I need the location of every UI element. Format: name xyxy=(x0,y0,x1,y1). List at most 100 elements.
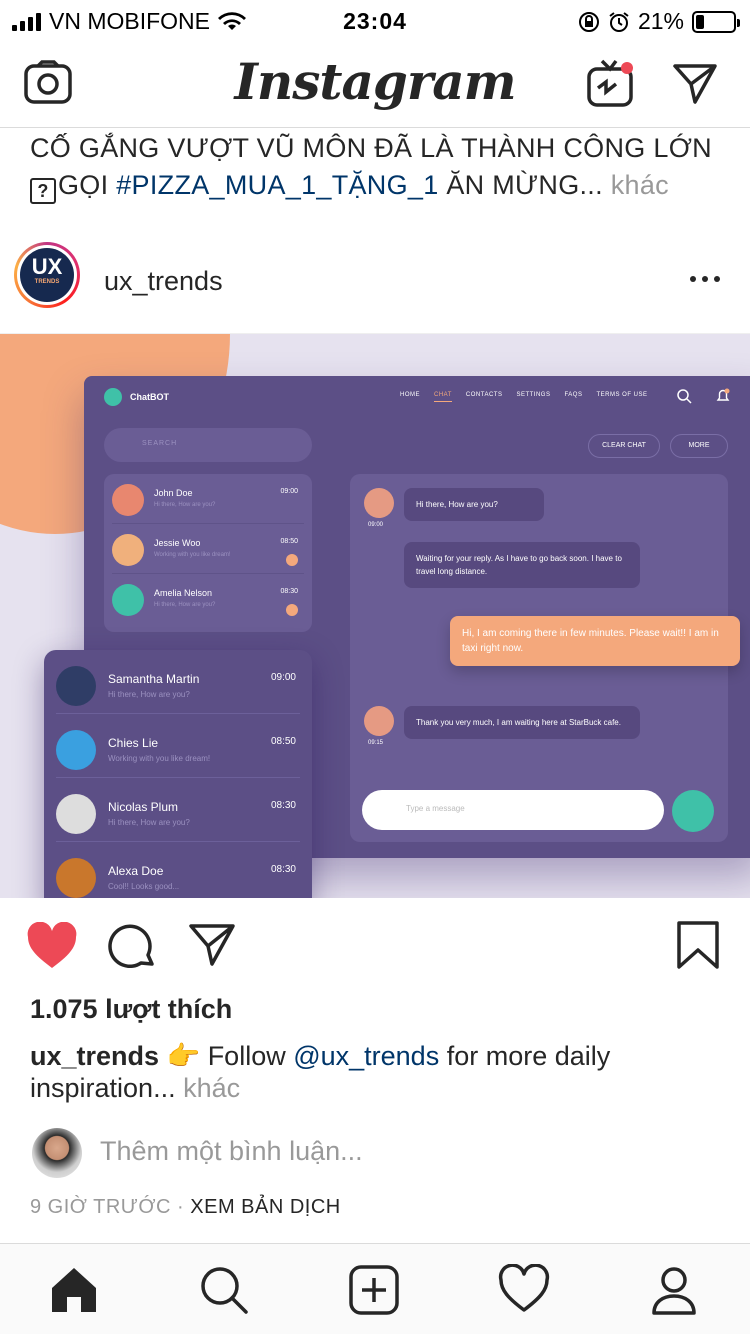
chat-bubble-icon xyxy=(104,388,122,406)
igtv-icon[interactable] xyxy=(586,58,636,108)
post-username[interactable]: ux_trends xyxy=(104,266,223,297)
home-icon[interactable] xyxy=(48,1264,100,1316)
post-caption: ux_trends 👉 Follow @ux_trends for more d… xyxy=(30,1040,730,1104)
nav-item: TERMS OF USE xyxy=(596,392,648,398)
contact-snippet: Working with you like dream! xyxy=(108,754,211,763)
contact-snippet: Hi there, How are you? xyxy=(154,502,216,508)
message-bubble: Waiting for your reply. As I have to go … xyxy=(404,542,640,588)
previous-post-caption: CỐ GẮNG VƯỢT VŨ MÔN ĐÃ LÀ THÀNH CÔNG LỚN… xyxy=(30,130,730,204)
mockup-chat-panel: 09:00 Hi there, How are you? Waiting for… xyxy=(350,474,740,842)
message-bubble-me: Hi, I am coming there in few minutes. Pl… xyxy=(450,616,740,666)
caption-text-goi: GỌI xyxy=(58,170,117,200)
list-item: Alexa Doe Cool!! Looks good... 08:30 xyxy=(56,844,300,898)
top-navigation: Instagram xyxy=(0,42,750,128)
avatar: UX TRENDS xyxy=(20,248,74,302)
comment-icon[interactable] xyxy=(108,922,156,970)
new-post-icon[interactable] xyxy=(348,1264,400,1316)
contact-snippet: Hi there, How are you? xyxy=(108,818,190,827)
search-icon[interactable] xyxy=(198,1264,250,1316)
bookmark-icon[interactable] xyxy=(676,920,720,970)
mockup-message-input: Type a message xyxy=(362,790,664,830)
list-item: Nicolas Plum Hi there, How are you? 08:30 xyxy=(56,780,300,842)
list-item: Amelia Nelson Hi there, How are you? 08:30 xyxy=(112,576,304,624)
contact-time: 08:50 xyxy=(280,538,298,545)
share-icon[interactable] xyxy=(188,922,236,968)
caption-text: CỐ GẮNG VƯỢT VŨ MÔN ĐÃ LÀ THÀNH CÔNG LỚN xyxy=(30,133,712,163)
hashtag-link[interactable]: #PIZZA_MUA_1_TẶNG_1 xyxy=(116,170,438,200)
more-link[interactable]: khác xyxy=(611,170,669,200)
contact-snippet: Hi there, How are you? xyxy=(108,690,190,699)
contact-avatar xyxy=(112,584,144,616)
alarm-icon xyxy=(609,11,629,32)
avatar-subtext: TRENDS xyxy=(34,279,60,285)
contact-name: Nicolas Plum xyxy=(108,800,179,814)
like-count[interactable]: 1.075 lượt thích xyxy=(30,994,232,1025)
contact-name: John Doe xyxy=(154,488,193,498)
mockup-search: SEARCH xyxy=(104,428,312,462)
message-time: 09:15 xyxy=(368,740,384,746)
avatar-border: UX TRENDS xyxy=(17,245,77,305)
profile-icon[interactable] xyxy=(648,1264,700,1316)
battery-icon xyxy=(692,10,740,33)
caption-username[interactable]: ux_trends xyxy=(30,1041,159,1071)
contact-time: 08:50 xyxy=(270,736,296,747)
nav-item-active: CHAT xyxy=(434,392,452,402)
contact-avatar xyxy=(112,534,144,566)
contact-avatar xyxy=(56,794,96,834)
message-bubble: Hi there, How are you? xyxy=(404,488,544,521)
post-meta: 9 GIỜ TRƯỚC · XEM BẢN DỊCH xyxy=(30,1196,341,1219)
mockup-more: MORE xyxy=(670,434,728,458)
add-comment-row[interactable]: Thêm một bình luận... xyxy=(32,1126,722,1180)
pointing-emoji: 👉 xyxy=(166,1041,201,1071)
contact-time: 08:30 xyxy=(270,800,296,811)
contact-time: 08:30 xyxy=(280,588,298,595)
contact-name: Amelia Nelson xyxy=(154,588,213,598)
mockup-search-icon xyxy=(677,389,692,404)
battery-percent: 21% xyxy=(637,8,684,34)
time-ago: 9 GIỜ TRƯỚC xyxy=(30,1196,171,1218)
post-image[interactable]: ChatBOT HOME CHAT CONTACTS SETTINGS FAQS… xyxy=(0,334,750,898)
mockup-bell-icon xyxy=(716,388,730,401)
bottom-tab-bar xyxy=(0,1243,750,1334)
direct-message-icon[interactable] xyxy=(672,62,718,106)
heart-liked-icon[interactable] xyxy=(26,922,78,970)
contact-name: Jessie Woo xyxy=(154,538,201,548)
message-bubble: Thank you very much, I am waiting here a… xyxy=(404,706,640,739)
unread-badge xyxy=(286,554,298,566)
instagram-logo: Instagram xyxy=(234,52,517,111)
message-avatar xyxy=(364,706,394,736)
nav-item: SETTINGS xyxy=(516,392,551,398)
message-time: 09:00 xyxy=(368,522,384,528)
activity-heart-icon[interactable] xyxy=(498,1264,550,1316)
contact-name: Alexa Doe xyxy=(108,864,164,878)
caption-follow: Follow xyxy=(200,1041,294,1071)
more-options-icon[interactable] xyxy=(690,276,720,282)
see-translation-link[interactable]: XEM BẢN DỊCH xyxy=(190,1196,340,1218)
post-actions xyxy=(0,898,750,994)
contact-time: 08:30 xyxy=(270,864,296,875)
list-item: John Doe Hi there, How are you? 09:00 xyxy=(112,476,304,524)
contact-avatar xyxy=(56,666,96,706)
mention-link[interactable]: @ux_trends xyxy=(293,1041,439,1071)
caption-more-link[interactable]: khác xyxy=(183,1073,240,1103)
battery-level xyxy=(696,14,704,29)
caption-text-end: ĂN MỪNG... xyxy=(438,170,603,200)
contact-avatar xyxy=(112,484,144,516)
avatar-text: UX xyxy=(31,254,63,279)
status-right: 21% xyxy=(578,8,740,35)
comment-input[interactable]: Thêm một bình luận... xyxy=(100,1136,363,1167)
mockup-clear-chat: CLEAR CHAT xyxy=(588,434,660,458)
contact-snippet: Cool!! Looks good... xyxy=(108,882,180,891)
brand-name: ChatBOT xyxy=(130,392,169,402)
chatbot-brand: ChatBOT xyxy=(104,388,169,406)
mockup-contact-list-large: Samantha Martin Hi there, How are you? 09:… xyxy=(44,650,312,898)
contact-avatar xyxy=(56,730,96,770)
post-header: UX TRENDS ux_trends xyxy=(0,226,750,334)
story-ring[interactable]: UX TRENDS xyxy=(14,242,80,308)
nav-item: HOME xyxy=(400,392,420,398)
contact-time: 09:00 xyxy=(280,488,298,495)
mockup-nav: HOME CHAT CONTACTS SETTINGS FAQS TERMS O… xyxy=(400,392,648,402)
current-user-avatar xyxy=(32,1128,82,1178)
status-bar: VN MOBIFONE 23:04 21% xyxy=(0,0,750,42)
contact-snippet: Hi there, How are you? xyxy=(154,602,216,608)
